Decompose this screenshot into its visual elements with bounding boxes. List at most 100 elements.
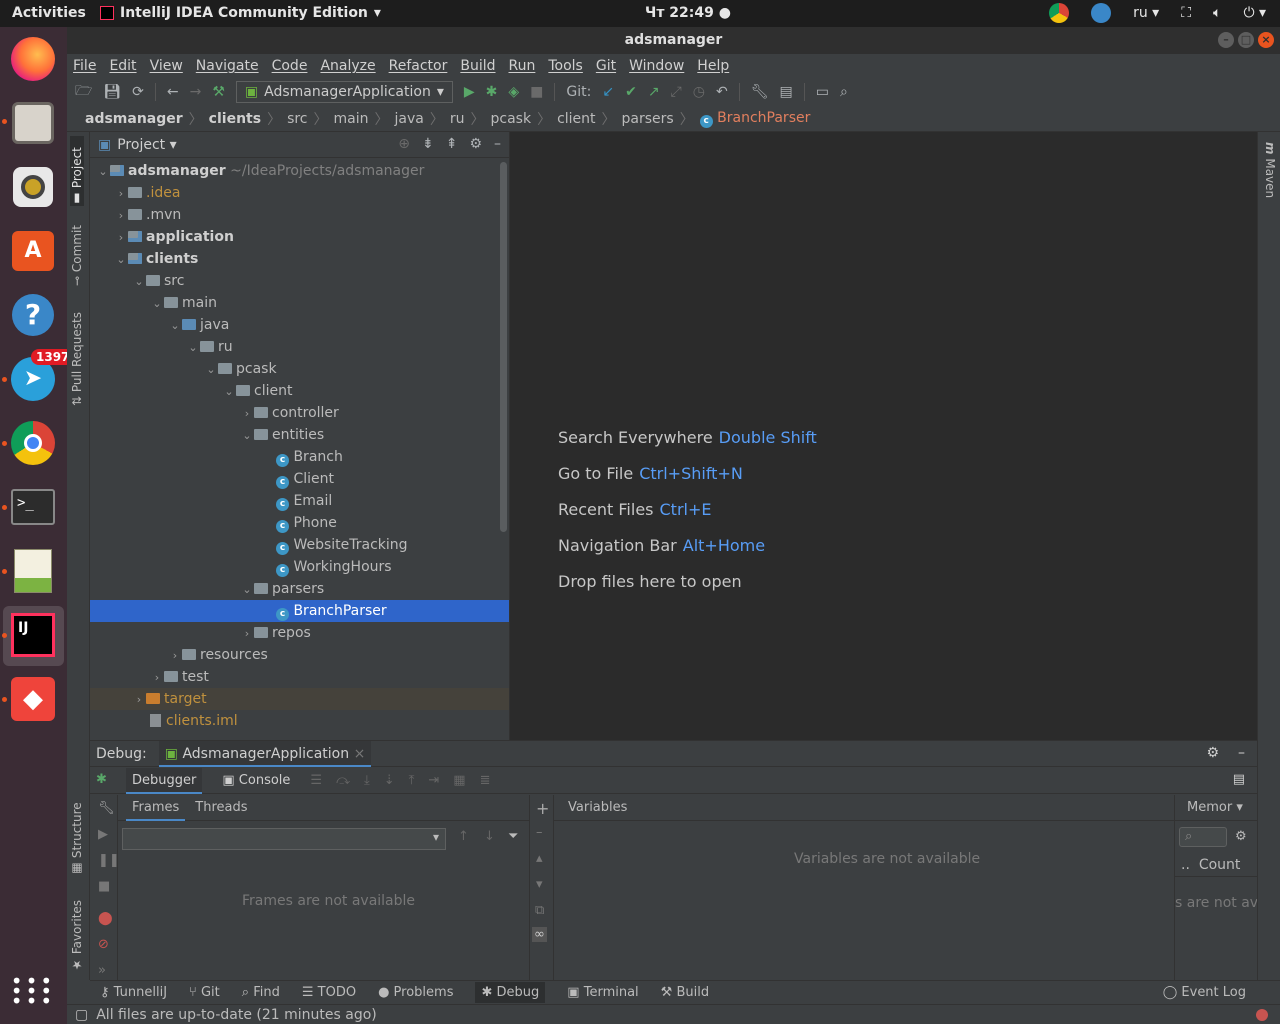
save-all-icon[interactable]: 💾︎	[103, 84, 121, 100]
build-hammer-icon[interactable]: ⚒	[212, 84, 225, 100]
stop-icon[interactable]: ■	[530, 84, 543, 100]
tab-debugger[interactable]: Debugger	[126, 767, 203, 794]
tree-item-mvn[interactable]: › .mvn	[90, 204, 509, 226]
forward-icon[interactable]: →	[190, 84, 202, 100]
force-step-into-icon[interactable]: ⇣	[384, 773, 395, 788]
gear-icon[interactable]: ⚙	[469, 136, 482, 152]
gear-icon[interactable]: ⚙	[1235, 829, 1247, 844]
sync-icon[interactable]: ⟳	[132, 84, 144, 100]
tree-item-target[interactable]: › target	[90, 688, 509, 710]
trace-icon[interactable]: ≣	[480, 773, 491, 788]
tree-item-working-hours[interactable]: c WorkingHours	[90, 556, 509, 578]
mute-breakpoints-icon[interactable]: ⊘	[98, 937, 109, 952]
editor-area[interactable]: Search Everywhere Double Shift Go to File…	[510, 132, 1257, 740]
menu-build[interactable]: Build	[460, 58, 495, 74]
search-icon[interactable]: ⌕	[840, 84, 848, 100]
menu-analyze[interactable]: Analyze	[320, 58, 375, 74]
tree-item-repos[interactable]: › repos	[90, 622, 509, 644]
tree-item-branch[interactable]: c Branch	[90, 446, 509, 468]
network-icon[interactable]: ⛶	[1181, 5, 1191, 21]
menu-file[interactable]: File	[73, 58, 96, 74]
tool-git[interactable]: ⑂ Git	[189, 985, 220, 1000]
tree-item-clients-iml[interactable]: clients.iml	[90, 710, 509, 732]
tree-item-branch-parser[interactable]: c BranchParser	[90, 600, 509, 622]
tree-item-application[interactable]: › application	[90, 226, 509, 248]
resume-icon[interactable]: ▶	[98, 827, 108, 842]
debug-session-tab[interactable]: ▣ AdsmanagerApplication ×	[158, 740, 372, 767]
tree-item-phone[interactable]: c Phone	[90, 512, 509, 534]
tab-frames[interactable]: Frames	[126, 795, 186, 821]
window-titlebar[interactable]: adsmanager – □ ×	[67, 27, 1280, 54]
maximize-button[interactable]: □	[1238, 32, 1254, 48]
git-push-icon[interactable]: ↗	[648, 84, 660, 100]
next-frame-icon[interactable]: ↓	[484, 829, 495, 844]
locate-file-icon[interactable]: ⊕	[398, 136, 410, 152]
pause-icon[interactable]: ❚❚	[98, 853, 120, 868]
memory-search-input[interactable]: ⌕	[1179, 827, 1227, 847]
software-center-icon[interactable]: A	[9, 227, 57, 275]
menu-tools[interactable]: Tools	[548, 58, 583, 74]
tree-item-src[interactable]: ⌄ src	[90, 270, 509, 292]
git-update-icon[interactable]: ↙	[602, 84, 614, 100]
wrench-icon[interactable]: 🔧︎	[98, 801, 115, 816]
language-indicator[interactable]: ru ▾	[1133, 5, 1159, 21]
tree-item-entities[interactable]: ⌄ entities	[90, 424, 509, 446]
tree-item-parsers[interactable]: ⌄ parsers	[90, 578, 509, 600]
close-button[interactable]: ×	[1258, 32, 1274, 48]
stop-icon[interactable]: ■	[98, 879, 110, 894]
tree-item-pcask[interactable]: ⌄ pcask	[90, 358, 509, 380]
breadcrumb-item[interactable]: ru	[444, 111, 471, 127]
breadcrumb-item[interactable]: clients	[203, 111, 267, 127]
chrome-tray-icon[interactable]	[1049, 3, 1070, 23]
tree-item-controller[interactable]: › controller	[90, 402, 509, 424]
tree-item-idea[interactable]: › .idea	[90, 182, 509, 204]
project-structure-icon[interactable]: ▤	[779, 84, 792, 100]
tree-item-clients[interactable]: ⌄ clients	[90, 248, 509, 270]
project-view-select[interactable]: Project ▾	[117, 137, 176, 153]
show-execution-point-icon[interactable]: ☰	[310, 773, 322, 788]
breadcrumb-item[interactable]: pcask	[484, 111, 537, 127]
run-to-cursor-icon[interactable]: ⇥	[428, 773, 439, 788]
firefox-icon[interactable]	[9, 35, 57, 83]
move-down-icon[interactable]: ▾	[536, 877, 543, 892]
tree-item-java[interactable]: ⌄ java	[90, 314, 509, 336]
show-applications-icon[interactable]: ••• ••• •••	[9, 967, 57, 1015]
memory-tab[interactable]: Memor ▾	[1175, 795, 1257, 821]
chrome-icon[interactable]	[9, 419, 57, 467]
tab-project[interactable]: ▮ Project	[70, 136, 84, 206]
tool-problems[interactable]: ● Problems	[378, 985, 453, 1000]
intellij-idea-icon[interactable]: IJ	[9, 611, 57, 659]
project-scrollbar[interactable]	[500, 162, 507, 532]
evaluate-icon[interactable]: ▦	[453, 773, 465, 788]
volume-icon[interactable]: 🔈︎	[1213, 5, 1221, 21]
menu-view[interactable]: View	[150, 58, 183, 74]
breadcrumb-item[interactable]: src	[281, 111, 313, 127]
run-icon[interactable]: ▶	[464, 84, 475, 100]
step-into-icon[interactable]: ⤓	[364, 773, 370, 788]
error-indicator-icon[interactable]	[1256, 1009, 1268, 1021]
files-icon[interactable]	[9, 99, 57, 147]
rollback-icon[interactable]: ↶	[716, 84, 728, 100]
tab-pull-requests[interactable]: ⇅ Pull Requests	[70, 302, 84, 406]
tree-item-email[interactable]: c Email	[90, 490, 509, 512]
close-tab-icon[interactable]: ×	[354, 746, 366, 762]
menu-git[interactable]: Git	[596, 58, 616, 74]
menu-refactor[interactable]: Refactor	[389, 58, 448, 74]
app-menu[interactable]: IntelliJ IDEA Community Edition ▾	[100, 5, 381, 21]
minimize-button[interactable]: –	[1218, 32, 1234, 48]
tab-threads[interactable]: Threads	[195, 800, 247, 815]
tool-find[interactable]: ⌕ Find	[242, 985, 280, 1000]
tree-item-client[interactable]: ⌄ client	[90, 380, 509, 402]
tab-structure[interactable]: ▦ Structure	[70, 800, 84, 876]
tab-commit[interactable]: ⊸ Commit	[70, 218, 84, 286]
help-icon[interactable]: ?	[9, 291, 57, 339]
tab-favorites[interactable]: ★ Favorites	[70, 892, 84, 972]
tree-item-test[interactable]: › test	[90, 666, 509, 688]
gear-icon[interactable]: ⚙	[1206, 745, 1219, 761]
hide-panel-icon[interactable]: –	[1238, 745, 1245, 761]
git-compare-icon[interactable]: ⤢	[671, 84, 682, 100]
tool-event-log[interactable]: ◯ Event Log	[1163, 985, 1246, 1000]
previous-frame-icon[interactable]: ↑	[458, 829, 469, 844]
tab-console[interactable]: ▣ Console	[216, 768, 296, 794]
step-out-icon[interactable]: ⤒	[409, 773, 415, 788]
